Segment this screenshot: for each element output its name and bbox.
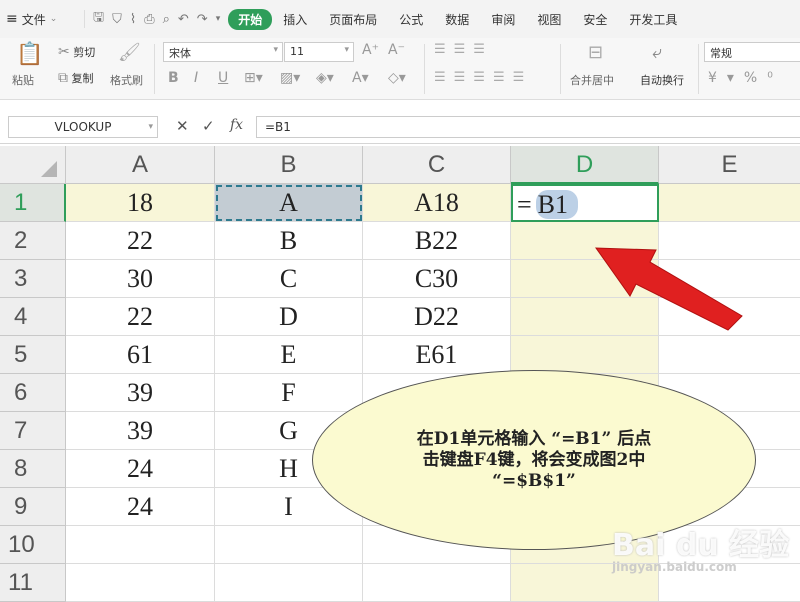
watermark: Bai du 经验 jingyan.baidu.com: [612, 520, 789, 574]
watermark-brand: Bai du 经验: [612, 528, 790, 563]
callout-line-1: 在D1单元格输入 “=B1” 后点: [416, 428, 652, 449]
arrow-shape: [595, 247, 743, 331]
callout-line-3: “=$B$1”: [492, 470, 576, 491]
callout-text: 在D1单元格输入 “=B1” 后点 击键盘F4键，将会变成图2中 “=$B$1”: [417, 429, 651, 492]
callout-line-2: 击键盘F4键，将会变成图2中: [422, 449, 646, 470]
